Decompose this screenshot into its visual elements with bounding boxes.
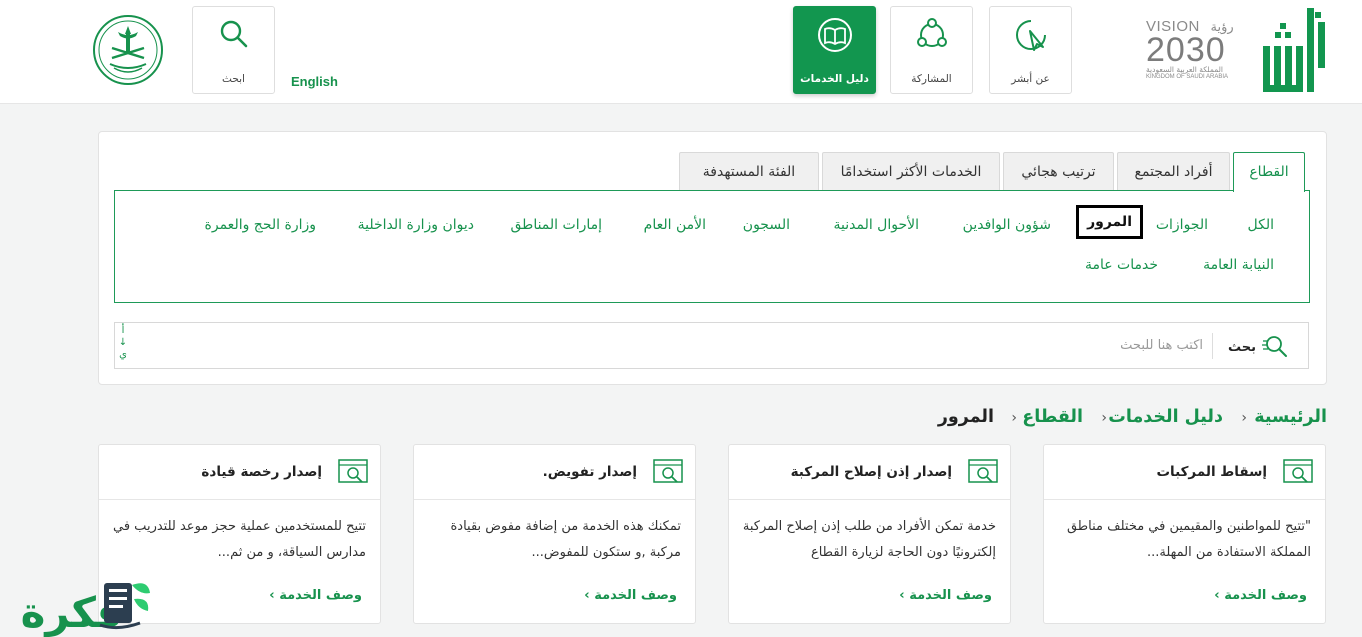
english-language-link[interactable]: English <box>291 74 338 89</box>
service-search-bar: بحث أ ↓ ي <box>114 322 1309 369</box>
breadcrumb-services-guide[interactable]: دليل الخدمات <box>1108 407 1223 427</box>
alphabetical-sort-toggle[interactable]: أ ↓ ي <box>118 325 128 361</box>
search-icon <box>220 20 247 48</box>
sector-chip-public-security[interactable]: الأمن العام <box>644 217 706 233</box>
sector-chip-civil-affairs[interactable]: الأحوال المدنية <box>834 217 920 233</box>
sector-chip-hajj-umrah[interactable]: وزارة الحج والعمرة <box>205 217 316 233</box>
tab-sector[interactable]: القطاع <box>1233 152 1305 192</box>
book-icon <box>817 18 852 52</box>
vision-2030-logo: VISION رؤية 2030 المملكة العربية السعودي… <box>1146 18 1234 80</box>
sector-chip-general-services[interactable]: خدمات عامة <box>1085 257 1158 273</box>
about-absher-label: عن أبشر <box>1011 73 1050 85</box>
service-search-icon <box>338 459 368 483</box>
participation-button[interactable]: المشاركة <box>890 6 973 94</box>
about-absher-button[interactable]: عن أبشر <box>989 6 1072 94</box>
sector-chip-prisons[interactable]: السجون <box>743 217 790 233</box>
fikra-watermark-logo: فكرة <box>21 583 150 637</box>
service-description: خدمة تمكن الأفراد من طلب إذن إصلاح المرك… <box>742 519 996 560</box>
breadcrumb-chevron-icon: ‹ <box>1101 410 1107 426</box>
sector-chip-traffic[interactable]: المرور <box>1076 205 1143 239</box>
sector-chip-public-prosecution[interactable]: النيابة العامة <box>1203 257 1274 273</box>
service-card-header: إصدار رخصة قيادة <box>99 445 380 500</box>
service-search-icon <box>968 459 998 483</box>
sector-chip-regional-emirates[interactable]: إمارات المناطق <box>511 217 603 233</box>
service-search-icon <box>1283 459 1313 483</box>
tab-community-members[interactable]: أفراد المجتمع <box>1117 152 1230 190</box>
tab-target-group[interactable]: الفئة المستهدفة <box>679 152 819 190</box>
sector-chip-passports[interactable]: الجوازات <box>1156 217 1208 233</box>
sector-chip-all[interactable]: الكل <box>1248 217 1275 233</box>
tab-most-used[interactable]: الخدمات الأكثر استخدامًا <box>822 152 1000 190</box>
search-label: بحث <box>1228 340 1257 355</box>
service-description: تمكنك هذه الخدمة من إضافة مفوض بقيادة مر… <box>450 519 681 560</box>
service-card-header: إصدار تفويض. <box>414 445 695 500</box>
breadcrumb-current: المرور <box>937 407 994 427</box>
service-title[interactable]: إصدار رخصة قيادة <box>201 464 322 480</box>
service-card: إصدار إذن إصلاح المركبة خدمة تمكن الأفرا… <box>728 444 1011 624</box>
breadcrumb-chevron-icon: ‹ <box>1011 410 1017 426</box>
service-description: تتيح للمستخدمين عملية حجز موعد للتدريب ف… <box>113 519 366 560</box>
service-details-link[interactable]: وصف الخدمة › <box>899 588 992 603</box>
services-guide-button[interactable]: دليل الخدمات <box>793 6 876 94</box>
header-search-label: ابحث <box>222 73 245 85</box>
breadcrumb-chevron-icon: ‹ <box>1241 410 1247 426</box>
service-description: "تتيح للمواطنين والمقيمين في مختلف مناطق… <box>1066 519 1311 560</box>
pointer-click-icon <box>1015 20 1046 51</box>
breadcrumb-sector[interactable]: القطاع <box>1022 407 1083 427</box>
search-magnifier-icon <box>1262 336 1287 357</box>
service-details-link[interactable]: وصف الخدمة › <box>269 588 362 603</box>
service-card-header: إسقاط المركبات <box>1044 445 1325 500</box>
share-network-icon <box>916 18 947 47</box>
service-card-header: إصدار إذن إصلاح المركبة <box>729 445 1010 500</box>
service-details-link[interactable]: وصف الخدمة › <box>584 588 677 603</box>
search-input[interactable] <box>315 331 1207 359</box>
service-card: إسقاط المركبات "تتيح للمواطنين والمقيمين… <box>1043 444 1326 624</box>
search-divider <box>1212 333 1213 359</box>
sector-chip-expatriates[interactable]: شؤون الوافدين <box>963 217 1051 233</box>
services-guide-label: دليل الخدمات <box>800 73 869 85</box>
participation-label: المشاركة <box>911 73 952 85</box>
service-title[interactable]: إصدار تفويض. <box>543 464 637 480</box>
header-search-button[interactable]: ابحث <box>192 6 275 94</box>
breadcrumb-home[interactable]: الرئيسية <box>1254 407 1327 427</box>
service-title[interactable]: إصدار إذن إصلاح المركبة <box>791 464 952 480</box>
ministry-emblem-logo <box>93 15 163 85</box>
tab-alphabetical[interactable]: ترتيب هجائي <box>1003 152 1114 190</box>
site-header: VISION رؤية 2030 المملكة العربية السعودي… <box>0 0 1362 104</box>
service-search-icon <box>653 459 683 483</box>
service-details-link[interactable]: وصف الخدمة › <box>1214 588 1307 603</box>
sector-chip-moi-diwan[interactable]: ديوان وزارة الداخلية <box>358 217 474 233</box>
service-title[interactable]: إسقاط المركبات <box>1156 464 1267 480</box>
absher-logo[interactable] <box>1263 8 1327 94</box>
service-card: إصدار تفويض. تمكنك هذه الخدمة من إضافة م… <box>413 444 696 624</box>
